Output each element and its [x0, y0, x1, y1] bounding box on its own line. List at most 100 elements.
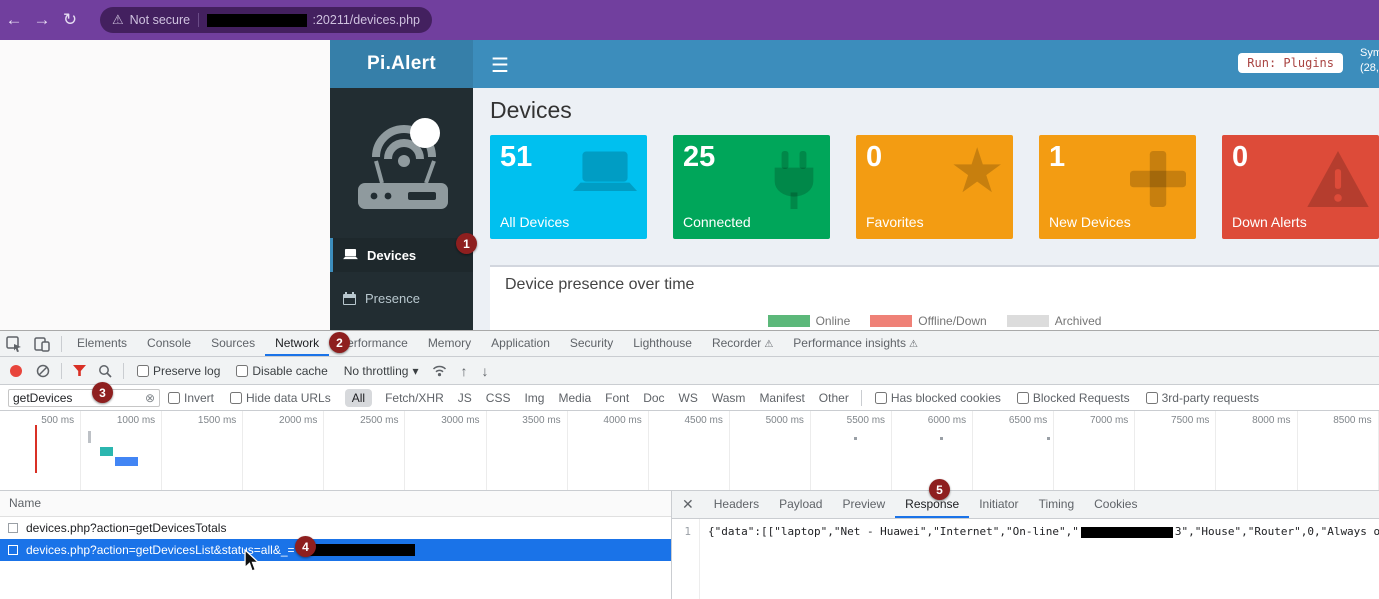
filter-type-css[interactable]: CSS — [486, 391, 511, 405]
details-tab-initiator[interactable]: Initiator — [969, 491, 1028, 518]
request-name: devices.php?action=getDevicesTotals — [26, 521, 226, 535]
clear-icon[interactable] — [36, 364, 50, 378]
response-text-before: {"data":[["laptop","Net - Huawei","Inter… — [708, 525, 1079, 538]
stat-cards-row: 51 All Devices 25 — [490, 135, 1379, 239]
details-tab-timing[interactable]: Timing — [1029, 491, 1085, 518]
card-favorites[interactable]: 0 ★ Favorites — [856, 135, 1013, 239]
details-tab-headers[interactable]: Headers — [704, 491, 769, 518]
details-tab-payload[interactable]: Payload — [769, 491, 832, 518]
hide-data-urls-checkbox-input[interactable] — [230, 392, 242, 404]
refresh-icon[interactable]: ↻ — [56, 10, 84, 30]
user-name: Sym — [1360, 46, 1379, 61]
third-party-requests-checkbox-input[interactable] — [1146, 392, 1158, 404]
app-brand[interactable]: Pi.Alert — [330, 40, 473, 88]
filter-input-box[interactable]: ⊗ — [8, 389, 160, 407]
timeline-label: 3000 ms — [405, 411, 486, 491]
filter-type-wasm[interactable]: Wasm — [712, 391, 746, 405]
sidebar-item-devices[interactable]: Devices — [330, 238, 473, 272]
not-secure-label: Not secure — [130, 13, 190, 27]
has-blocked-cookies-checkbox-input[interactable] — [875, 392, 887, 404]
forward-icon[interactable]: → — [28, 10, 56, 30]
tab-application[interactable]: Application — [481, 331, 560, 356]
tab-lighthouse[interactable]: Lighthouse — [623, 331, 702, 356]
filter-type-js[interactable]: JS — [458, 391, 472, 405]
filter-type-all[interactable]: All — [345, 389, 372, 407]
tab-recorder[interactable]: Recorder⚠ — [702, 331, 783, 356]
network-overview-timeline[interactable]: 500 ms 1000 ms 1500 ms 2000 ms 2500 ms 3… — [0, 411, 1379, 491]
filter-type-manifest[interactable]: Manifest — [759, 391, 804, 405]
legend-online[interactable]: Online — [768, 314, 851, 328]
filter-type-ws[interactable]: WS — [679, 391, 698, 405]
filter-type-img[interactable]: Img — [524, 391, 544, 405]
record-icon[interactable] — [10, 365, 22, 377]
timeline-label: 8000 ms — [1216, 411, 1297, 491]
preserve-log-checkbox-input[interactable] — [137, 365, 149, 377]
search-icon[interactable] — [98, 364, 112, 378]
inspect-element-icon[interactable] — [6, 336, 22, 352]
app-topnav: ☰ Run: Plugins — [473, 40, 1379, 88]
has-blocked-cookies-checkbox[interactable]: Has blocked cookies — [875, 391, 1001, 405]
laptop-icon — [343, 249, 358, 261]
blocked-requests-checkbox-input[interactable] — [1017, 392, 1029, 404]
filter-type-doc[interactable]: Doc — [643, 391, 664, 405]
request-list-name-header[interactable]: Name — [0, 491, 671, 517]
back-icon[interactable]: ← — [0, 10, 28, 30]
tabbar-divider — [61, 336, 62, 352]
tab-performance-insights[interactable]: Performance insights⚠ — [783, 331, 928, 356]
preserve-log-checkbox[interactable]: Preserve log — [137, 364, 220, 378]
network-conditions-icon[interactable] — [432, 364, 447, 377]
details-tab-preview[interactable]: Preview — [832, 491, 895, 518]
legend-offline[interactable]: Offline/Down — [870, 314, 986, 328]
invert-checkbox[interactable]: Invert — [168, 391, 214, 405]
timeline-label: 6500 ms — [973, 411, 1054, 491]
device-toolbar-icon[interactable] — [34, 336, 50, 352]
sidebar-item-presence[interactable]: Presence — [330, 281, 473, 315]
details-tab-cookies[interactable]: Cookies — [1084, 491, 1147, 518]
card-connected[interactable]: 25 Connected — [673, 135, 830, 239]
legend-archived[interactable]: Archived — [1007, 314, 1102, 328]
timeline-label: 3500 ms — [487, 411, 568, 491]
user-info[interactable]: Sym (28, — [1360, 46, 1379, 76]
clear-filter-icon[interactable]: ⊗ — [145, 391, 155, 405]
filter-type-media[interactable]: Media — [558, 391, 591, 405]
invert-checkbox-input[interactable] — [168, 392, 180, 404]
disable-cache-checkbox[interactable]: Disable cache — [236, 364, 327, 378]
filter-icon[interactable] — [73, 365, 86, 377]
legend-archived-swatch — [1007, 315, 1049, 327]
network-bottom-split: Name devices.php?action=getDevicesTotals… — [0, 491, 1379, 599]
export-har-icon[interactable]: ↓ — [481, 363, 488, 379]
address-bar[interactable]: ⚠ Not secure :20211/devices.php — [100, 7, 432, 33]
tab-elements[interactable]: Elements — [67, 331, 137, 356]
details-tabbar: ✕ Headers Payload Preview Response Initi… — [672, 491, 1379, 519]
third-party-requests-checkbox[interactable]: 3rd-party requests — [1146, 391, 1259, 405]
hamburger-menu-icon[interactable]: ☰ — [491, 53, 509, 78]
tab-sources[interactable]: Sources — [201, 331, 265, 356]
filter-input[interactable] — [13, 391, 131, 405]
request-checkbox[interactable] — [8, 523, 18, 533]
blocked-requests-checkbox[interactable]: Blocked Requests — [1017, 391, 1130, 405]
legend-label: Offline/Down — [918, 314, 986, 328]
legend-online-swatch — [768, 315, 810, 327]
card-new-devices[interactable]: 1 New Devices — [1039, 135, 1196, 239]
card-all-devices[interactable]: 51 All Devices — [490, 135, 647, 239]
filter-type-font[interactable]: Font — [605, 391, 629, 405]
filter-type-fetch-xhr[interactable]: Fetch/XHR — [385, 391, 444, 405]
tab-console[interactable]: Console — [137, 331, 201, 356]
tab-security[interactable]: Security — [560, 331, 623, 356]
close-icon[interactable]: ✕ — [672, 496, 704, 513]
throttling-select[interactable]: No throttling ▾ — [344, 364, 419, 378]
import-har-icon[interactable]: ↑ — [460, 363, 467, 379]
tab-network[interactable]: Network — [265, 331, 329, 356]
request-checkbox[interactable] — [8, 545, 18, 555]
run-plugins-button[interactable]: Run: Plugins — [1238, 53, 1343, 73]
tab-memory[interactable]: Memory — [418, 331, 481, 356]
hide-data-urls-checkbox[interactable]: Hide data URLs — [230, 391, 331, 405]
card-down-alerts[interactable]: 0 Down Alerts — [1222, 135, 1379, 239]
disable-cache-checkbox-input[interactable] — [236, 365, 248, 377]
response-viewer[interactable]: 1 {"data":[["laptop","Net - Huawei","Int… — [672, 519, 1379, 599]
request-row-getdeviceslist[interactable]: devices.php?action=getDevicesList&status… — [0, 539, 671, 561]
mouse-cursor-icon — [244, 549, 260, 573]
line-number: 1 — [672, 519, 700, 599]
filter-type-other[interactable]: Other — [819, 391, 849, 405]
request-row-getdevicestotals[interactable]: devices.php?action=getDevicesTotals — [0, 517, 671, 539]
